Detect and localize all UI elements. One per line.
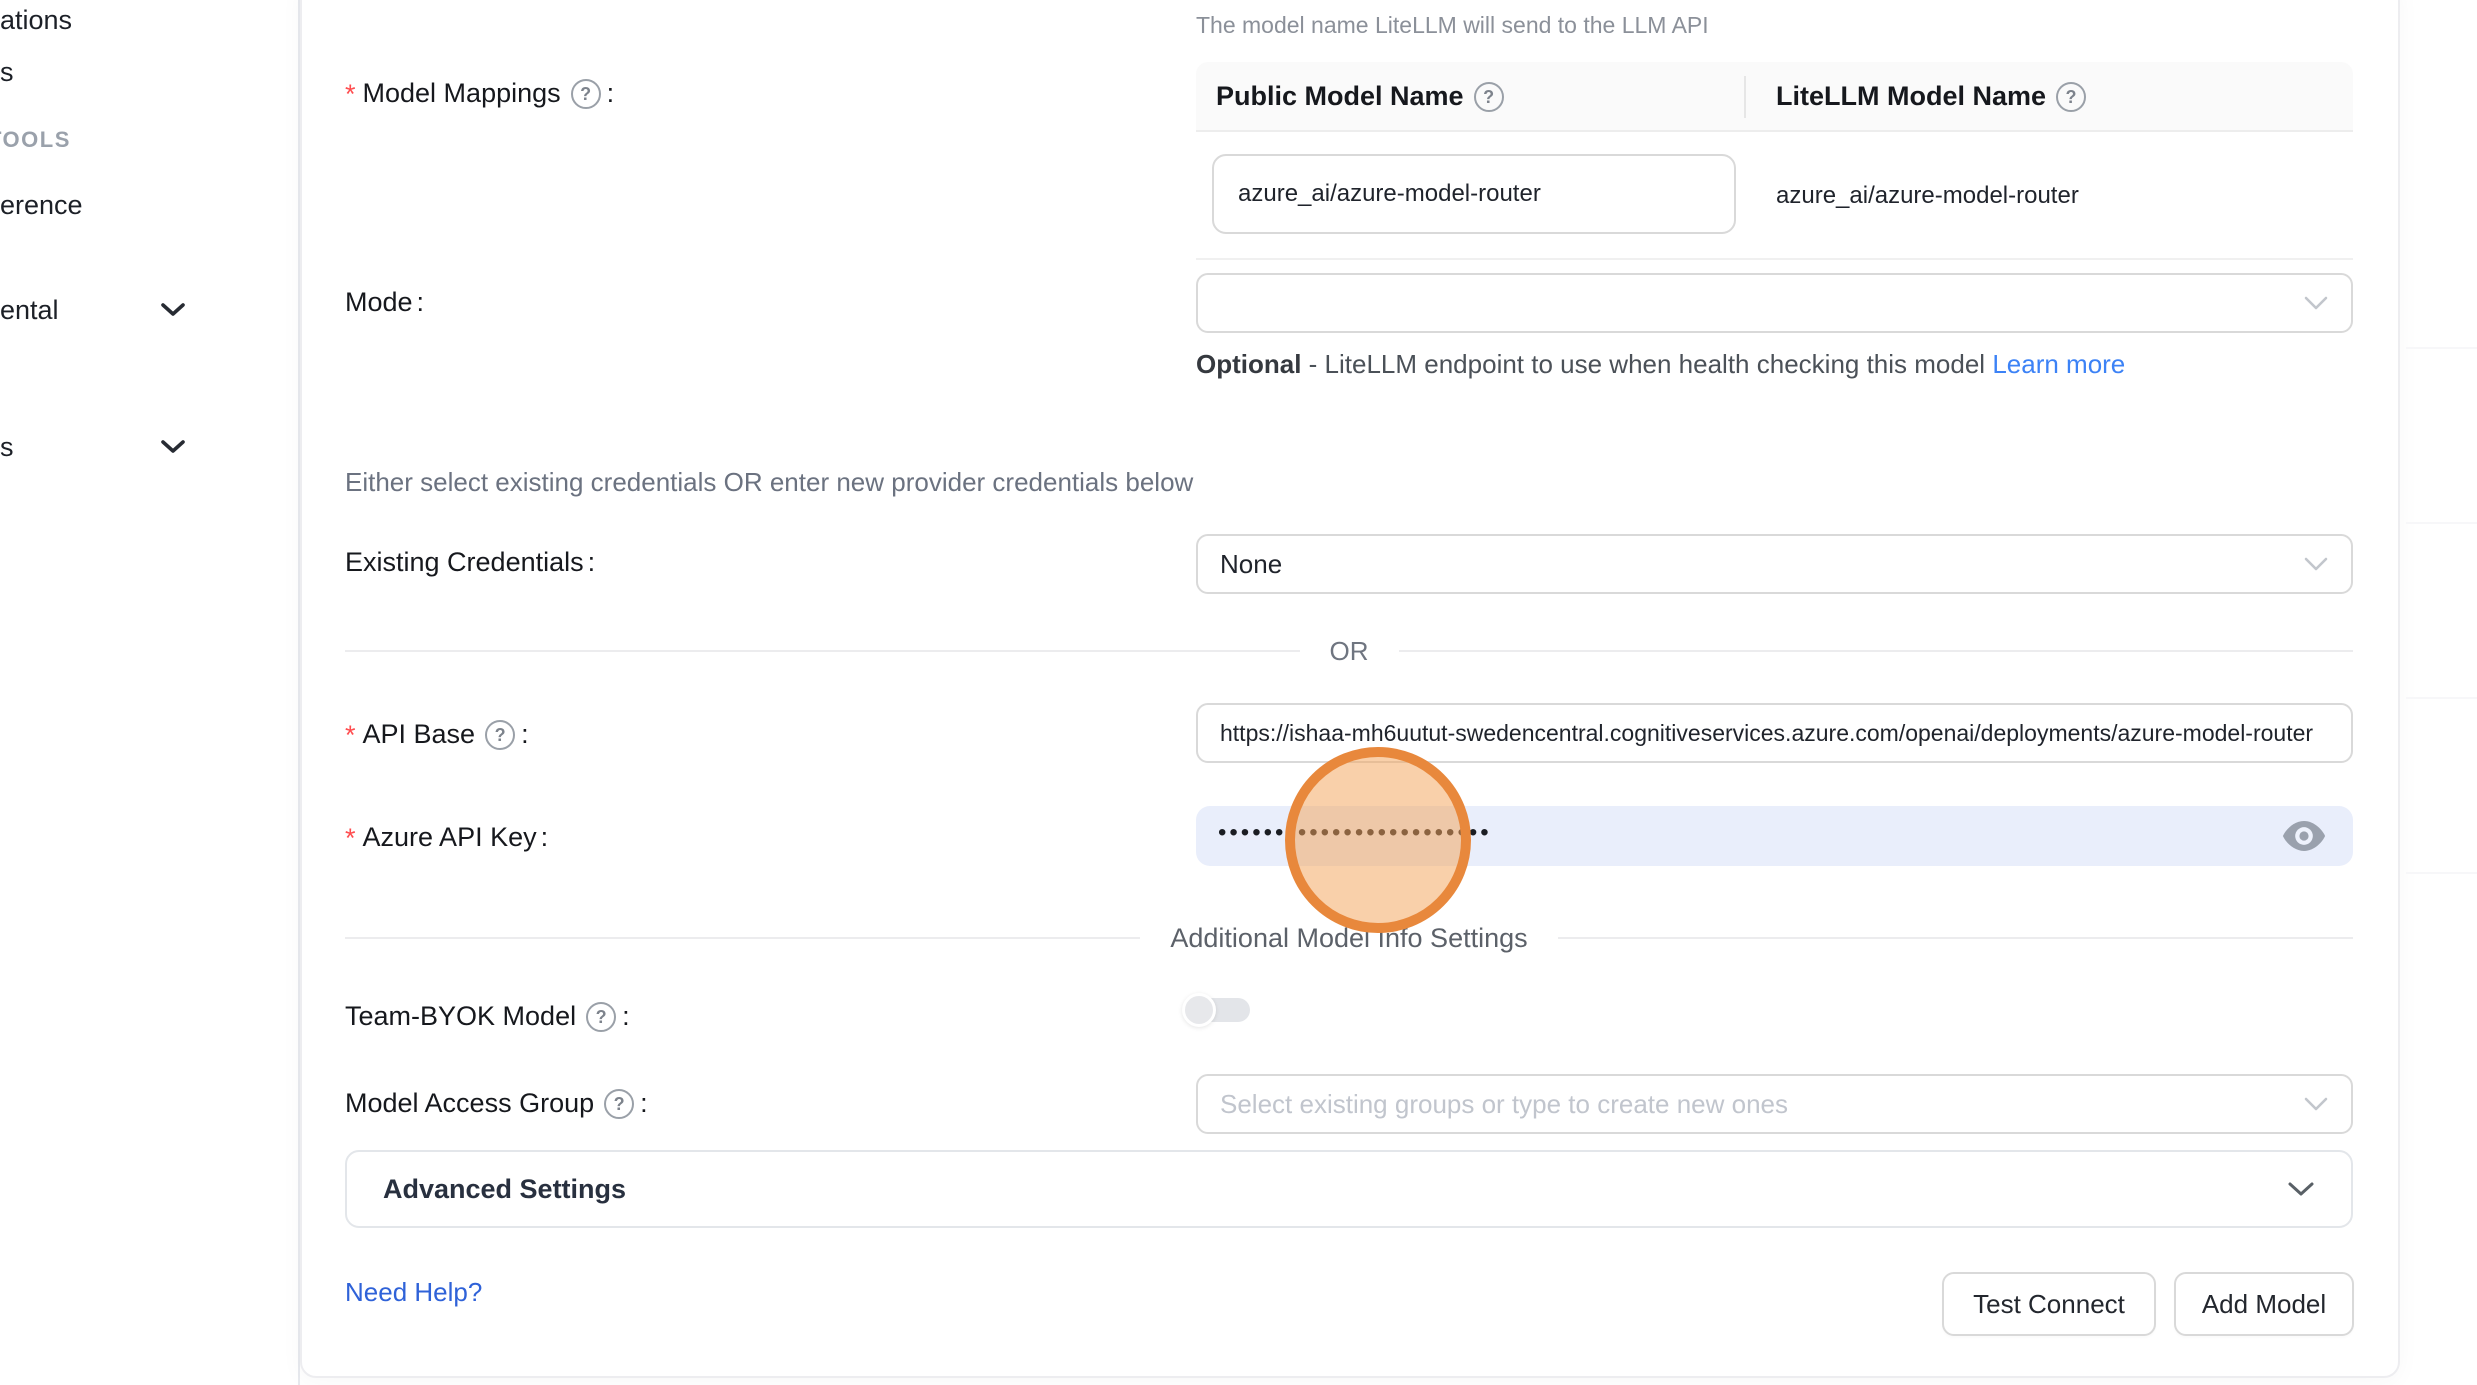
help-icon[interactable]: ? [604,1089,634,1119]
add-model-page: ations s TOOLS erence ental s The model … [0,0,2477,1385]
table-row: azure_ai/azure-model-router [1196,132,2353,260]
public-model-name-input[interactable] [1212,154,1736,234]
background-row-divider [2406,697,2477,699]
sidebar-section-tools: TOOLS [0,126,71,154]
need-help-link[interactable]: Need Help? [345,1277,482,1308]
sidebar-item-experimental[interactable]: ental [0,292,59,328]
azure-api-key-input[interactable]: •••••••••••••••••••••••• [1196,806,2353,866]
sidebar-item-inference[interactable]: erence [0,187,83,223]
existing-credentials-select[interactable]: None [1196,534,2353,594]
sidebar-item-1[interactable]: s [0,54,14,90]
table-header-row: Public Model Name ? LiteLLM Model Name ? [1196,62,2353,132]
chevron-down-icon [2303,1096,2329,1112]
or-divider: OR [345,634,2353,668]
advanced-settings-title: Advanced Settings [383,1174,626,1205]
model-access-group-label: Model Access Group ? : [345,1085,648,1121]
eye-icon[interactable] [2281,818,2327,854]
api-base-label: * API Base ? : [345,715,529,753]
api-base-input[interactable] [1196,703,2353,763]
required-asterisk: * [345,820,356,856]
column-header-public-model-name: Public Model Name ? [1196,80,1744,112]
masked-api-key: •••••••••••••••••••••••• [1218,821,1492,845]
sidebar-item-integrations[interactable]: ations [0,2,72,38]
column-divider [1744,76,1746,118]
model-mappings-label: * Model Mappings ? : [345,74,614,112]
background-row-divider [2406,347,2477,349]
credentials-hint: Either select existing credentials OR en… [345,465,1193,499]
advanced-settings-header[interactable]: Advanced Settings [345,1150,2353,1228]
add-model-button[interactable]: Add Model [2174,1272,2354,1336]
chevron-down-icon [2303,556,2329,572]
mode-help-text: Optional - LiteLLM endpoint to use when … [1196,344,2126,384]
model-name-hint: The model name LiteLLM will send to the … [1196,10,1709,40]
learn-more-link[interactable]: Learn more [1992,349,2125,379]
sidebar-item-settings[interactable]: s [0,429,14,465]
azure-api-key-label: * Azure API Key : [345,818,548,856]
help-icon[interactable]: ? [2056,82,2086,112]
toggle-knob [1182,993,1216,1027]
help-icon[interactable]: ? [1474,82,1504,112]
model-mappings-table: Public Model Name ? LiteLLM Model Name ?… [1196,62,2353,260]
required-asterisk: * [345,76,356,112]
background-row-divider [2406,872,2477,874]
team-byok-toggle[interactable] [1182,993,1250,1027]
mode-select[interactable] [1196,273,2353,333]
background-row-divider [2406,522,2477,524]
select-placeholder: Select existing groups or type to create… [1220,1089,1788,1120]
existing-credentials-label: Existing Credentials : [345,544,595,580]
chevron-down-icon [160,439,186,455]
help-icon[interactable]: ? [485,720,515,750]
chevron-down-icon [2303,295,2329,311]
test-connect-button[interactable]: Test Connect [1942,1272,2156,1336]
chevron-down-icon [2287,1180,2315,1198]
mode-label: Mode : [345,284,424,320]
model-access-group-select[interactable]: Select existing groups or type to create… [1196,1074,2353,1134]
help-icon[interactable]: ? [586,1002,616,1032]
required-asterisk: * [345,717,356,753]
column-header-litellm-model-name: LiteLLM Model Name ? [1744,80,2092,112]
sidebar: ations s TOOLS erence ental s [0,0,300,1385]
team-byok-label: Team-BYOK Model ? : [345,998,630,1034]
chevron-down-icon [160,302,186,318]
help-icon[interactable]: ? [571,79,601,109]
litellm-model-name-value: azure_ai/azure-model-router [1776,132,2079,260]
additional-settings-divider: Additional Model Info Settings [345,921,2353,955]
